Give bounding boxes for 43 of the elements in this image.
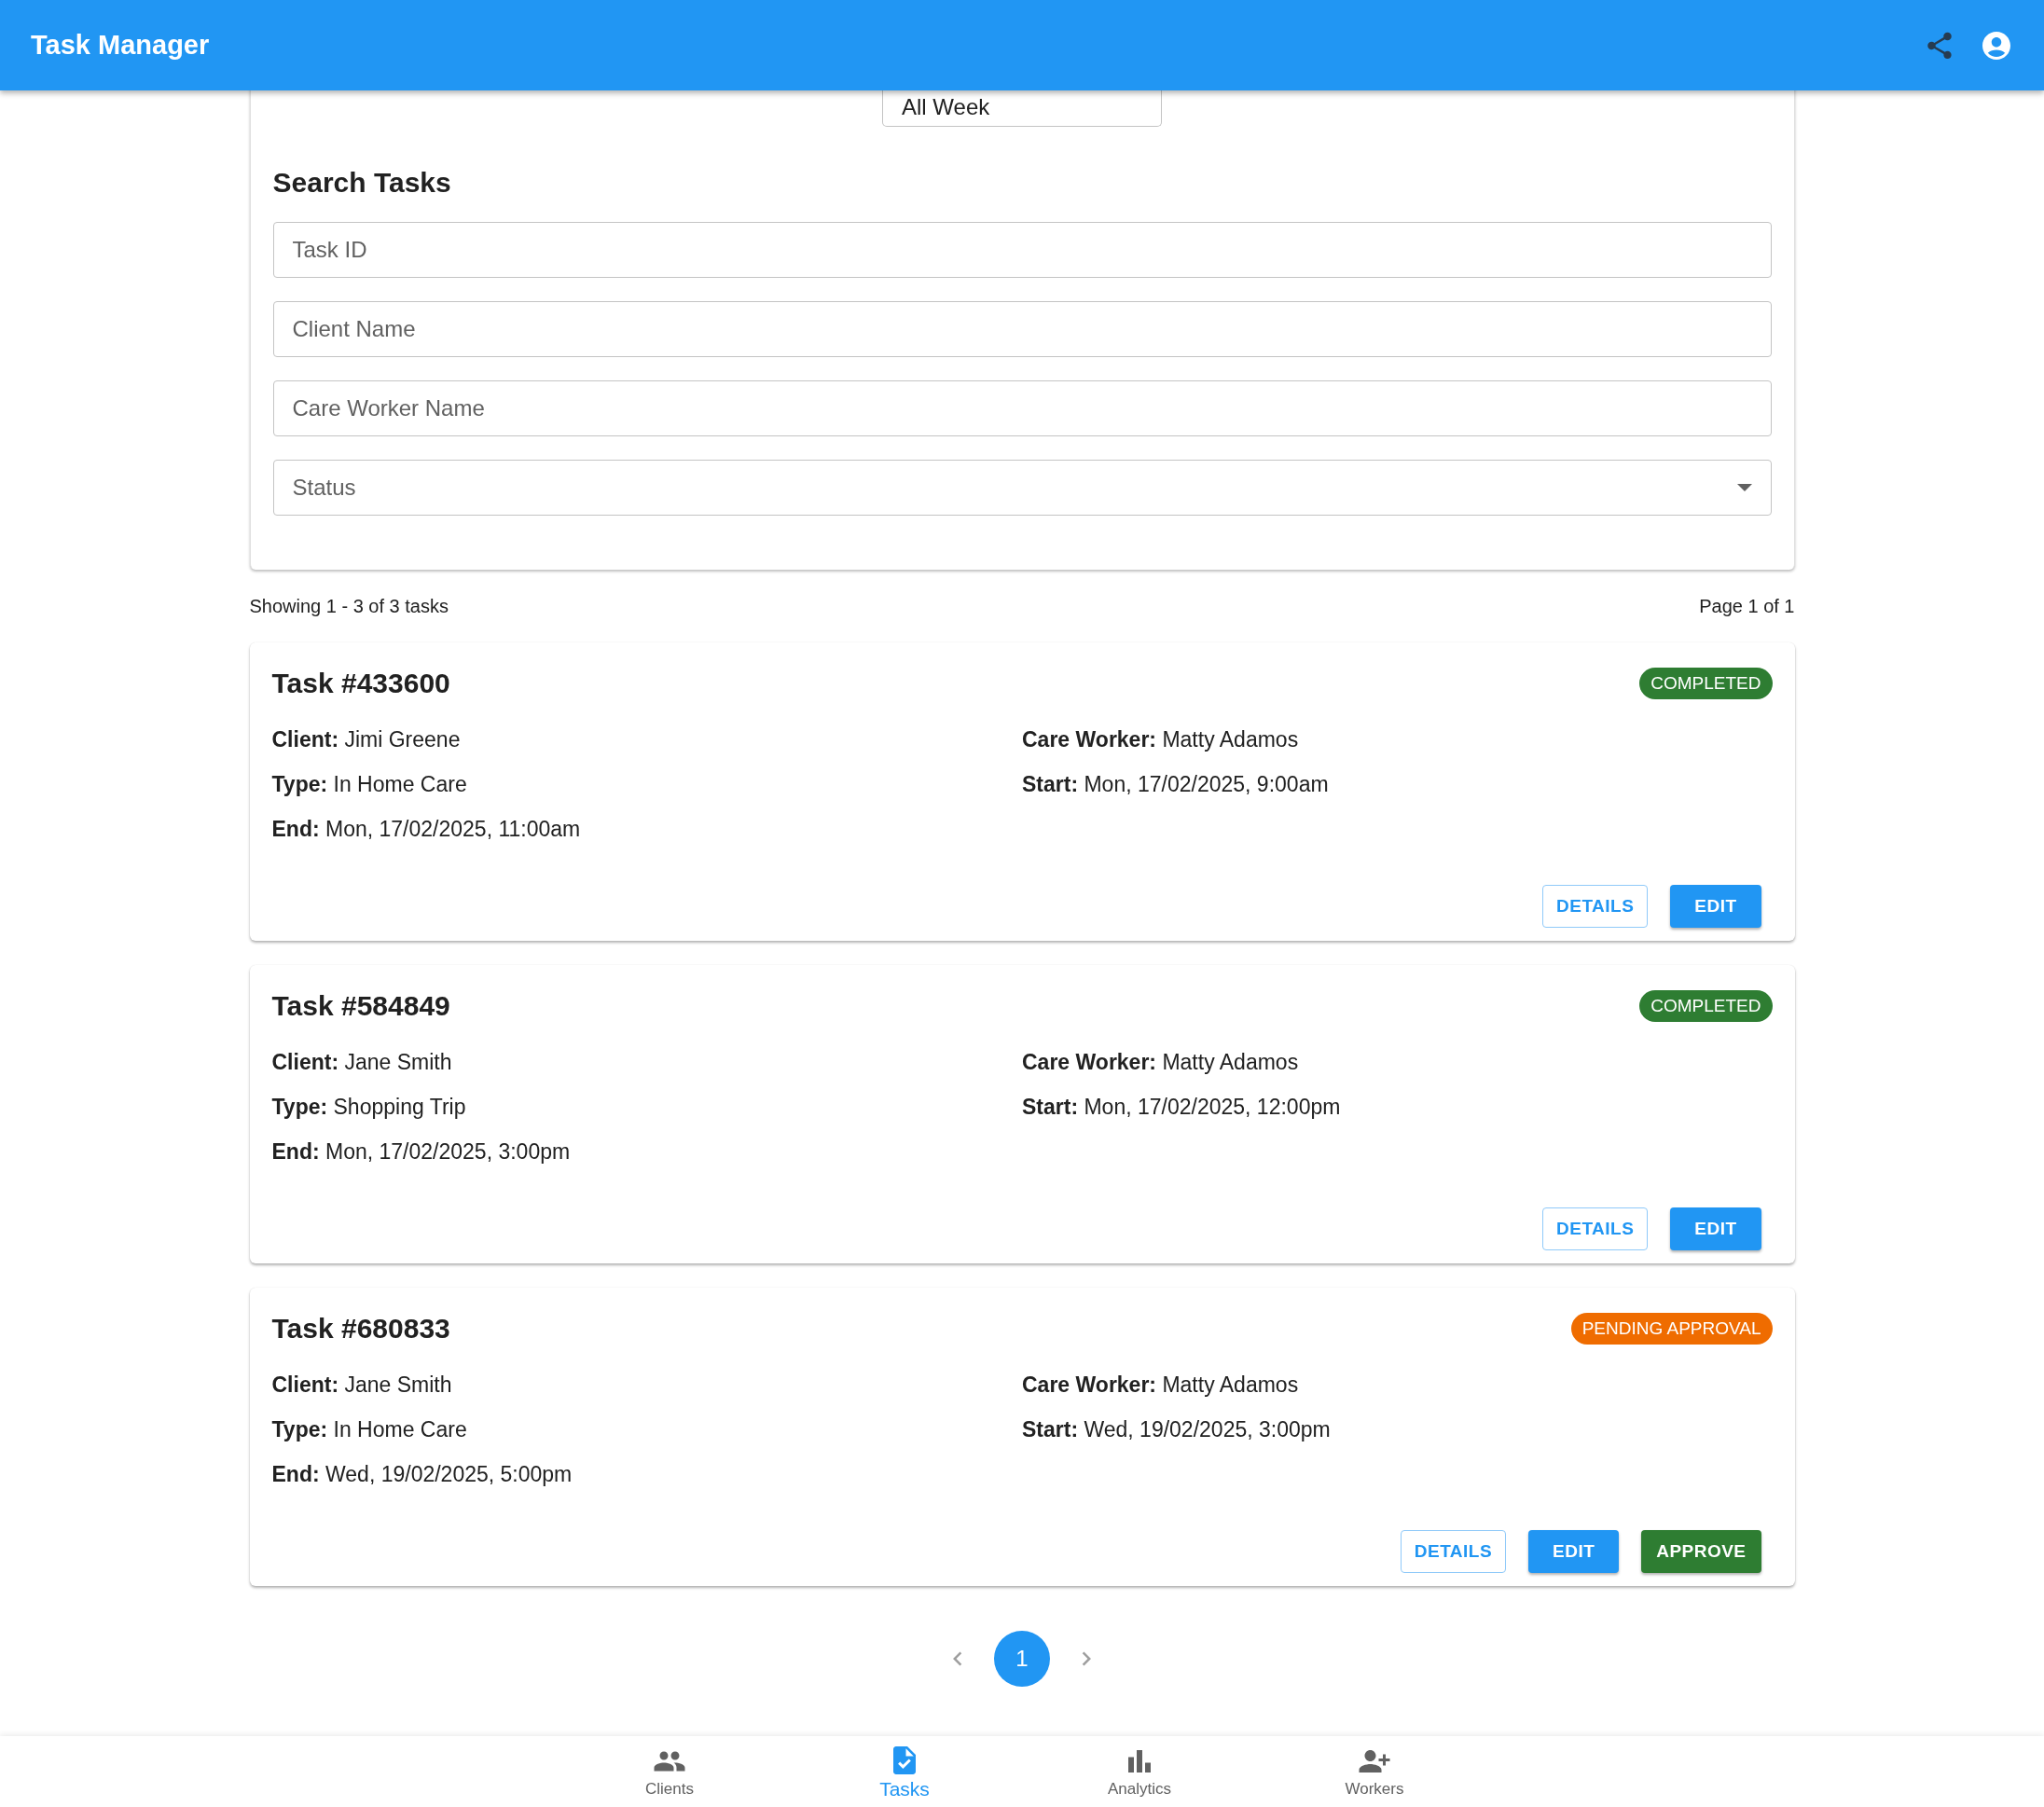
dropdown-icon: [1736, 484, 1752, 491]
input-field[interactable]: Task ID: [272, 222, 1772, 278]
detail-text: Care Worker: Matty Adamos: [1022, 1049, 1300, 1075]
input-field[interactable]: Care Worker Name: [272, 380, 1772, 436]
details-button[interactable]: DETAILS: [1400, 1530, 1507, 1573]
edit-button[interactable]: EDIT: [1670, 885, 1761, 928]
app-title: Task Manager: [31, 28, 210, 62]
status-badge: COMPLETED: [1639, 668, 1773, 699]
detail-text: End: Mon, 17/02/2025, 3:00pm: [271, 1138, 572, 1165]
details-button[interactable]: DETAILS: [1542, 1207, 1649, 1250]
task-title: Task #584849: [271, 989, 450, 1023]
section-title: Search Tasks: [272, 166, 452, 200]
status-select[interactable]: Status: [272, 460, 1772, 516]
status-badge: COMPLETED: [1639, 990, 1773, 1022]
details-button[interactable]: DETAILS: [1542, 885, 1649, 928]
task-title: Task #433600: [271, 667, 450, 700]
detail-text: Client: Jane Smith: [271, 1372, 453, 1398]
edit-button[interactable]: EDIT: [1670, 1207, 1761, 1250]
detail-text: End: Wed, 19/02/2025, 5:00pm: [271, 1461, 573, 1487]
nav-tab[interactable]: Tasks: [787, 1736, 1022, 1807]
detail-text: Start: Mon, 17/02/2025, 9:00am: [1022, 771, 1330, 797]
detail-text: Care Worker: Matty Adamos: [1022, 1372, 1300, 1398]
page-indicator: Page 1 of 1: [1699, 595, 1795, 618]
status-badge: PENDING APPROVAL: [1570, 1313, 1773, 1345]
detail-text: Type: In Home Care: [271, 1416, 468, 1442]
detail-text: Type: In Home Care: [271, 771, 468, 797]
nav-tab[interactable]: Clients: [552, 1736, 787, 1807]
approve-button[interactable]: APPROVE: [1641, 1530, 1761, 1573]
input-field[interactable]: Client Name: [272, 301, 1772, 357]
edit-button[interactable]: EDIT: [1528, 1530, 1620, 1573]
detail-text: End: Mon, 17/02/2025, 11:00am: [271, 816, 582, 842]
nav-tab[interactable]: Analytics: [1022, 1736, 1257, 1807]
nav-tab[interactable]: Workers: [1257, 1736, 1492, 1807]
detail-text: Care Worker: Matty Adamos: [1022, 726, 1300, 752]
page-button[interactable]: 1: [994, 1631, 1050, 1687]
detail-text: Client: Jimi Greene: [271, 726, 462, 752]
detail-text: Start: Mon, 17/02/2025, 12:00pm: [1022, 1094, 1342, 1120]
task-title: Task #680833: [271, 1312, 450, 1345]
detail-text: Client: Jane Smith: [271, 1049, 453, 1075]
detail-text: Start: Wed, 19/02/2025, 3:00pm: [1022, 1416, 1332, 1442]
results-count: Showing 1 - 3 of 3 tasks: [249, 595, 449, 618]
period-field[interactable]: All Week: [882, 90, 1162, 127]
detail-text: Type: Shopping Trip: [271, 1094, 467, 1120]
